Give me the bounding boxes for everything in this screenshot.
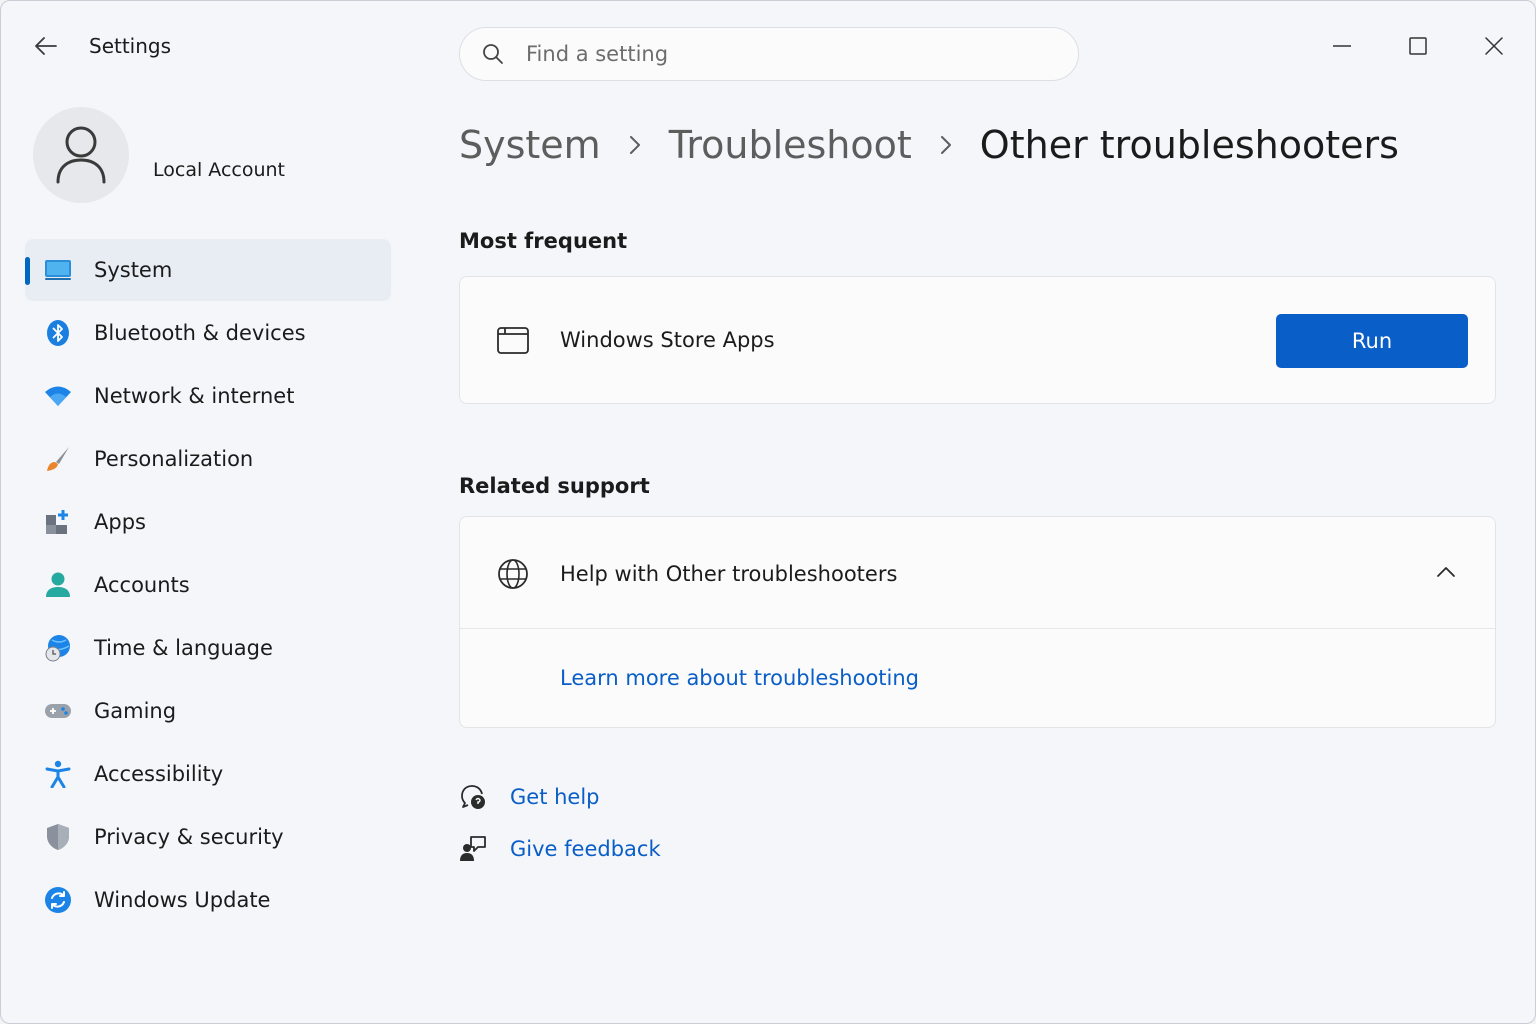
maximize-icon — [1409, 37, 1427, 55]
sidebar-item-bluetooth[interactable]: Bluetooth & devices — [25, 302, 391, 364]
sidebar-item-network[interactable]: Network & internet — [25, 365, 391, 427]
breadcrumb-troubleshoot[interactable]: Troubleshoot — [669, 123, 912, 167]
sidebar-item-accessibility[interactable]: Accessibility — [25, 743, 391, 805]
sidebar-item-label: Time & language — [94, 636, 273, 660]
sidebar-item-time-language[interactable]: Time & language — [25, 617, 391, 679]
page-title: Other troubleshooters — [979, 123, 1399, 167]
minimize-button[interactable] — [1319, 25, 1365, 67]
globe-clock-icon — [43, 633, 73, 663]
shield-icon — [43, 822, 73, 852]
troubleshooter-card: Windows Store Apps Run — [459, 276, 1496, 404]
sidebar-item-label: Windows Update — [94, 888, 271, 912]
learn-more-link[interactable]: Learn more about troubleshooting — [560, 666, 919, 690]
person-icon — [43, 570, 73, 600]
chevron-up-icon[interactable] — [1436, 563, 1456, 582]
account-name: Local Account — [153, 159, 285, 181]
give-feedback-link[interactable]: Give feedback — [459, 835, 661, 863]
accessibility-icon — [43, 759, 73, 789]
run-button[interactable]: Run — [1276, 314, 1468, 368]
update-icon — [43, 885, 73, 915]
get-help-label: Get help — [510, 785, 600, 809]
monitor-icon — [43, 255, 73, 285]
sidebar-item-label: Accessibility — [94, 762, 224, 786]
sidebar-item-gaming[interactable]: Gaming — [25, 680, 391, 742]
sidebar-item-label: System — [94, 258, 173, 282]
give-feedback-label: Give feedback — [510, 837, 661, 861]
sidebar-item-label: Accounts — [94, 573, 190, 597]
back-arrow-icon — [35, 37, 57, 55]
sidebar-item-windows-update[interactable]: Windows Update — [25, 869, 391, 931]
sidebar-item-accounts[interactable]: Accounts — [25, 554, 391, 616]
sidebar-item-personalization[interactable]: Personalization — [25, 428, 391, 490]
feedback-icon — [459, 835, 487, 863]
settings-window: Settings Local Account — [0, 0, 1536, 1024]
section-title-related-support: Related support — [459, 474, 650, 498]
person-avatar-icon — [56, 126, 106, 184]
close-button[interactable] — [1471, 25, 1517, 67]
bluetooth-icon — [43, 318, 73, 348]
sidebar-item-label: Apps — [94, 510, 146, 534]
chevron-right-icon — [940, 135, 952, 155]
gamepad-icon — [43, 696, 73, 726]
sidebar-item-system[interactable]: System — [25, 239, 391, 301]
sidebar-item-label: Network & internet — [94, 384, 295, 408]
help-chat-icon — [459, 783, 487, 811]
avatar[interactable] — [33, 107, 129, 203]
search-input[interactable] — [526, 42, 1026, 66]
sidebar-nav: System Bluetooth & devices Network & int… — [25, 239, 391, 932]
store-window-icon — [496, 325, 530, 359]
app-title: Settings — [89, 34, 172, 58]
breadcrumb-system[interactable]: System — [459, 123, 601, 167]
help-expander-header[interactable]: Help with Other troubleshooters — [460, 517, 1495, 628]
related-support-card: Help with Other troubleshooters Learn mo… — [459, 516, 1496, 728]
sidebar-item-apps[interactable]: Apps — [25, 491, 391, 553]
get-help-link[interactable]: Get help — [459, 783, 600, 811]
back-button[interactable] — [29, 29, 63, 63]
sidebar-item-label: Privacy & security — [94, 825, 284, 849]
globe-icon — [496, 557, 530, 595]
sidebar-item-label: Bluetooth & devices — [94, 321, 306, 345]
help-expander-label: Help with Other troubleshooters — [560, 562, 898, 586]
sidebar-item-privacy-security[interactable]: Privacy & security — [25, 806, 391, 868]
troubleshooter-label: Windows Store Apps — [560, 328, 775, 352]
breadcrumb: System Troubleshoot Other troubleshooter… — [459, 123, 1399, 167]
sidebar-item-label: Personalization — [94, 447, 254, 471]
sidebar-item-label: Gaming — [94, 699, 177, 723]
search-icon — [482, 43, 504, 65]
brush-icon — [43, 444, 73, 474]
minimize-icon — [1333, 45, 1351, 47]
divider — [460, 628, 1495, 629]
wifi-icon — [43, 381, 73, 411]
maximize-button[interactable] — [1395, 25, 1441, 67]
apps-icon — [43, 507, 73, 537]
selection-indicator — [25, 257, 30, 285]
section-title-most-frequent: Most frequent — [459, 229, 628, 253]
search-box[interactable] — [459, 27, 1079, 81]
close-icon — [1485, 37, 1503, 55]
chevron-right-icon — [629, 135, 641, 155]
